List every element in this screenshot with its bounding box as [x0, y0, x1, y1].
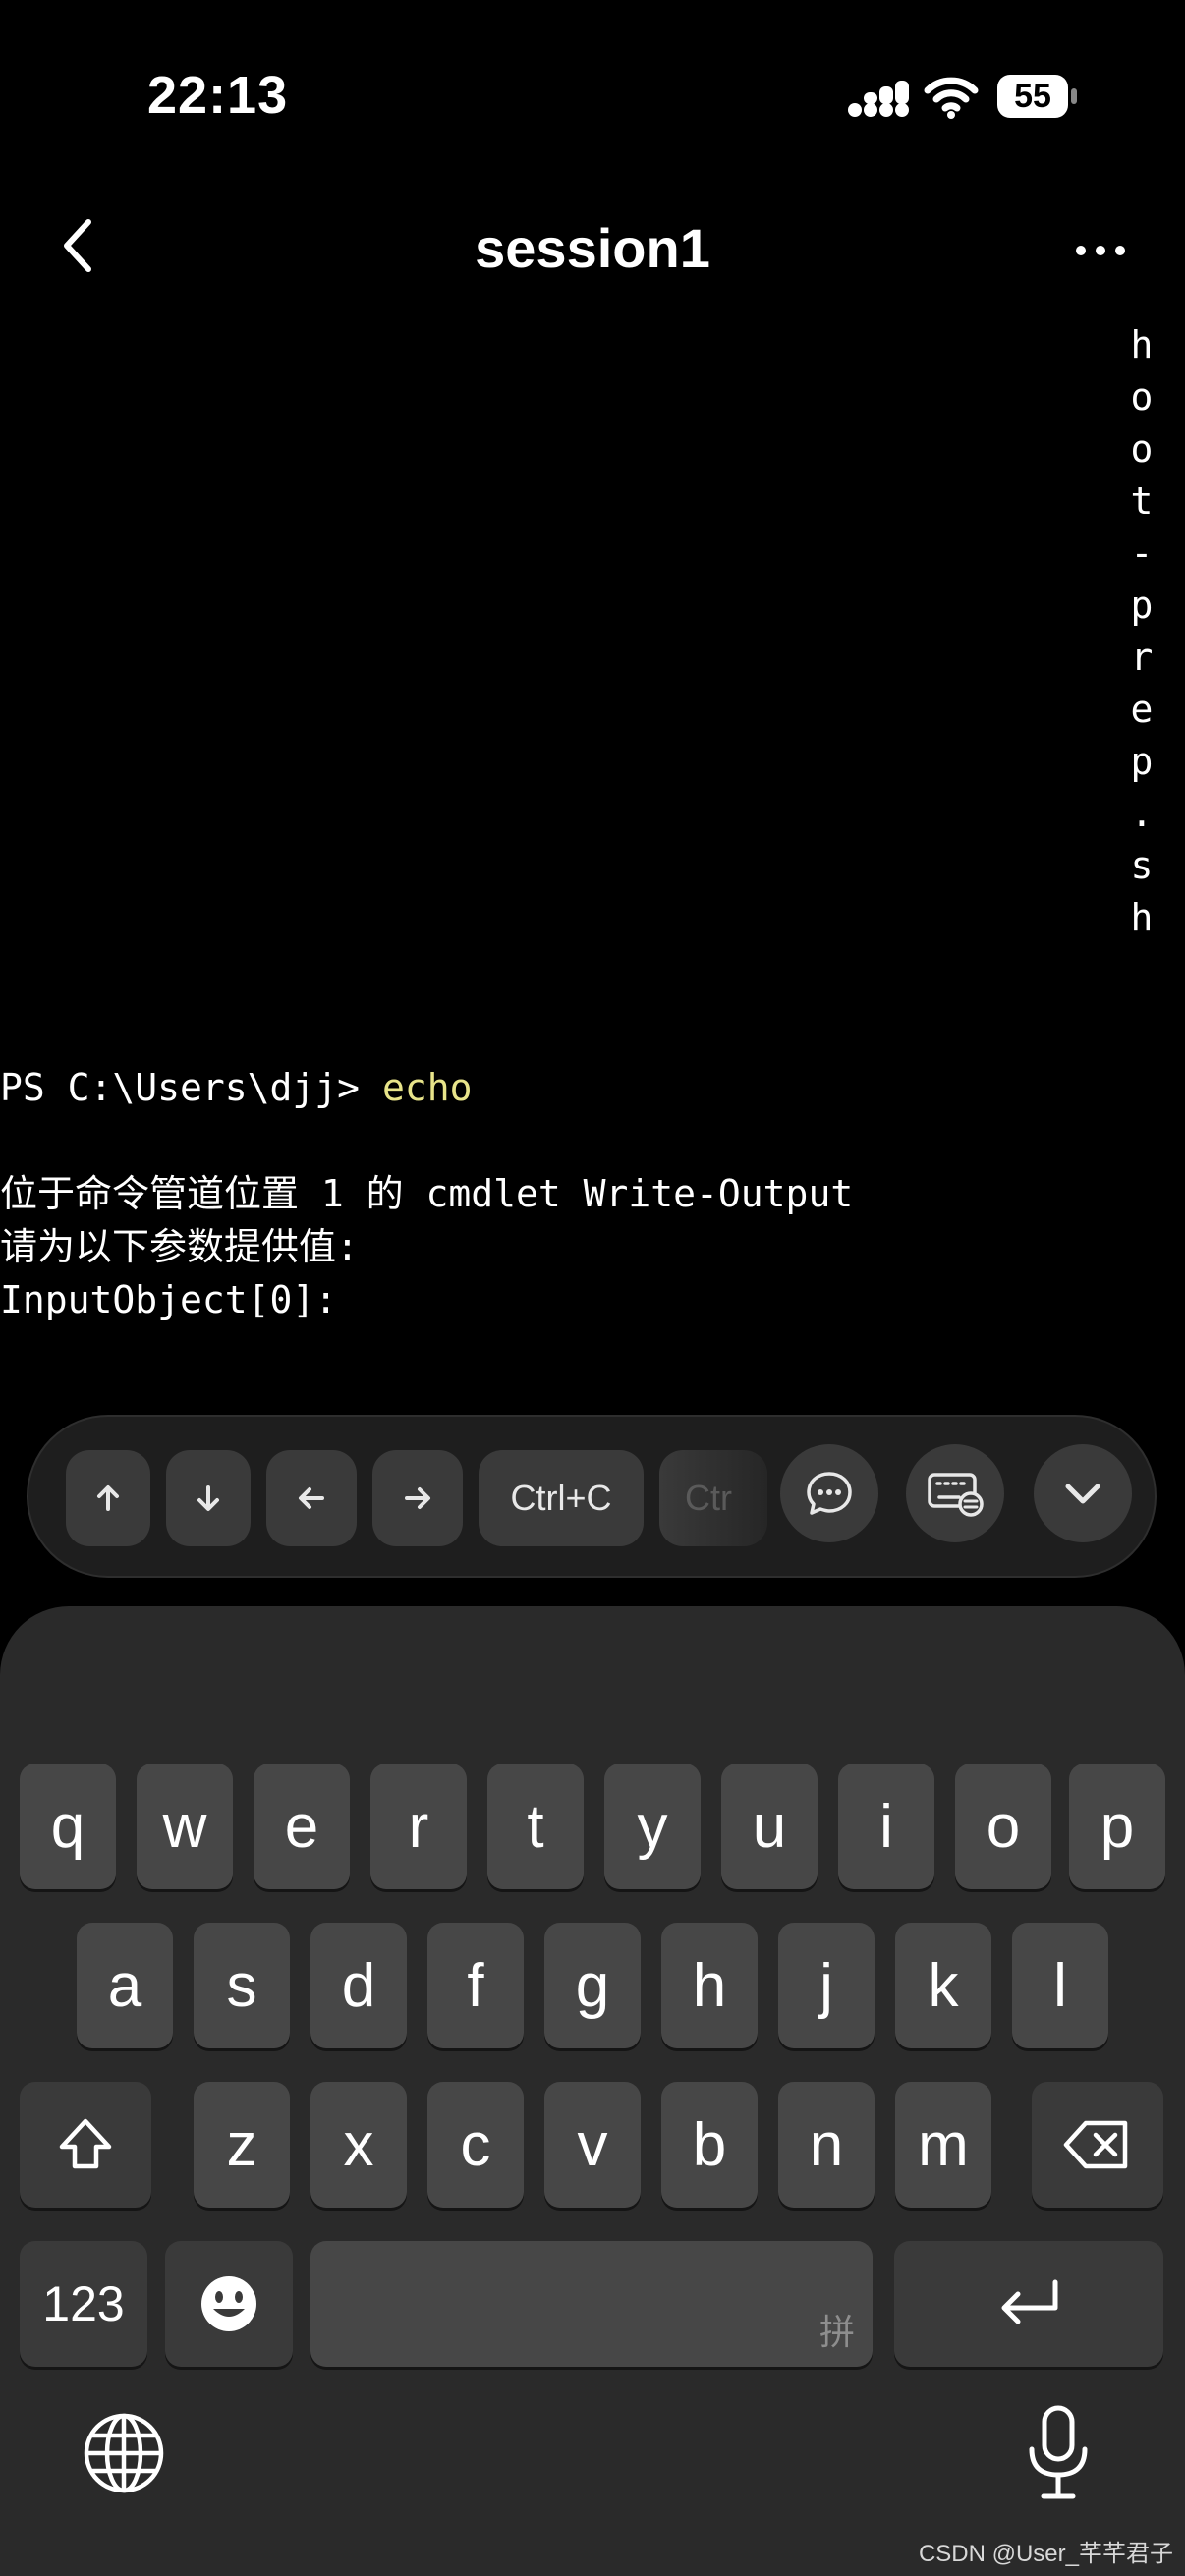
side-filename: h o o t - p r e p . s h — [1125, 319, 1158, 944]
chevron-down-icon — [1065, 1484, 1100, 1504]
battery-level: 55 — [1014, 77, 1051, 115]
terminal-line: 位于命令管道位置 1 的 cmdlet Write-Output — [0, 1172, 854, 1215]
key-z[interactable]: z — [194, 2082, 290, 2208]
key-s[interactable]: s — [194, 1923, 290, 2048]
globe-icon — [84, 2413, 164, 2493]
arrow-down-icon — [198, 1485, 219, 1511]
key-w[interactable]: w — [137, 1764, 233, 1889]
terminal-command: echo — [381, 1066, 473, 1109]
status-time: 22:13 — [147, 66, 289, 125]
return-icon — [1001, 2279, 1058, 2324]
status-icons: 55 — [845, 71, 1081, 126]
page-title: session1 — [475, 217, 710, 279]
key-j[interactable]: j — [778, 1923, 875, 2048]
key-k[interactable]: k — [895, 1923, 991, 2048]
key-r[interactable]: r — [370, 1764, 467, 1889]
hide-keyboard-button[interactable] — [1034, 1444, 1132, 1542]
shortcut-toolbar: Ctrl+C Ctr — [27, 1415, 1157, 1578]
more-options-button[interactable] — [1071, 231, 1130, 270]
arrow-left-key[interactable] — [266, 1450, 357, 1546]
chat-bubble-icon — [807, 1472, 852, 1515]
shift-icon — [59, 2118, 112, 2169]
key-h[interactable]: h — [661, 1923, 758, 2048]
key-g[interactable]: g — [544, 1923, 641, 2048]
side-filename-char: . — [1130, 792, 1154, 835]
battery-cap — [1071, 88, 1077, 104]
key-v[interactable]: v — [544, 2082, 641, 2208]
key-m[interactable]: m — [895, 2082, 991, 2208]
terminal-output[interactable]: PS C:\Users\djj> echo 位于命令管道位置 1 的 cmdle… — [0, 1061, 1185, 1326]
arrow-right-icon — [405, 1487, 430, 1509]
microphone-icon — [1029, 2405, 1088, 2499]
key-l[interactable]: l — [1012, 1923, 1108, 2048]
key-q[interactable]: q — [20, 1764, 116, 1889]
battery-icon: 55 — [997, 75, 1068, 118]
backspace-icon — [1063, 2120, 1128, 2169]
arrow-up-icon — [97, 1485, 119, 1511]
side-filename-char: s — [1130, 844, 1154, 887]
side-filename-char: p — [1130, 740, 1154, 783]
key-o[interactable]: o — [955, 1764, 1051, 1889]
arrow-right-key[interactable] — [372, 1450, 463, 1546]
key-c[interactable]: c — [427, 2082, 524, 2208]
space-key[interactable]: 拼 — [310, 2241, 873, 2367]
key-u[interactable]: u — [721, 1764, 818, 1889]
arrow-up-key[interactable] — [66, 1450, 150, 1546]
emoji-key[interactable] — [165, 2241, 293, 2367]
terminal-line: InputObject[0]: — [0, 1278, 338, 1321]
delete-key[interactable] — [1032, 2082, 1163, 2208]
wifi-icon — [924, 77, 979, 119]
key-y[interactable]: y — [604, 1764, 701, 1889]
key-f[interactable]: f — [427, 1923, 524, 2048]
emoji-icon — [201, 2276, 256, 2331]
globe-button[interactable] — [83, 2412, 165, 2494]
key-e[interactable]: e — [254, 1764, 350, 1889]
terminal-line: 请为以下参数提供值: — [0, 1225, 359, 1268]
side-filename-char: o — [1130, 427, 1154, 471]
watermark: CSDN @User_芊芊君子 — [918, 2541, 1173, 2567]
side-filename-char: r — [1130, 636, 1154, 679]
arrow-down-key[interactable] — [166, 1450, 251, 1546]
ctrl-c-key[interactable]: Ctrl+C — [479, 1450, 644, 1546]
key-p[interactable]: p — [1069, 1764, 1165, 1889]
ellipsis-icon — [1076, 246, 1125, 255]
side-filename-char: t — [1130, 479, 1154, 523]
key-a[interactable]: a — [77, 1923, 173, 2048]
side-filename-char: h — [1130, 323, 1154, 366]
key-b[interactable]: b — [661, 2082, 758, 2208]
key-t[interactable]: t — [487, 1764, 584, 1889]
keyboard-switch-button[interactable] — [906, 1444, 1004, 1542]
key-x[interactable]: x — [310, 2082, 407, 2208]
key-n[interactable]: n — [778, 2082, 875, 2208]
side-filename-char: p — [1130, 584, 1154, 627]
arrow-left-icon — [299, 1487, 324, 1509]
cellular-signal-icon — [848, 81, 909, 117]
microphone-button[interactable] — [1024, 2404, 1093, 2502]
virtual-keyboard: q w e r t y u i o p a s d f g h j k l z … — [0, 1606, 1185, 2576]
side-filename-char: e — [1130, 688, 1154, 731]
chat-button[interactable] — [780, 1444, 878, 1542]
pinyin-hint: 拼 — [818, 2312, 855, 2352]
return-key[interactable] — [894, 2241, 1163, 2367]
side-filename-char: h — [1130, 896, 1154, 939]
keyboard-switch-icon — [928, 1473, 984, 1517]
ctrl-key-partial[interactable]: Ctr — [659, 1450, 767, 1546]
key-i[interactable]: i — [838, 1764, 934, 1889]
terminal-prompt-line: PS C:\Users\djj> echo — [0, 1061, 1185, 1114]
shift-key[interactable] — [20, 2082, 151, 2208]
side-filename-char: - — [1130, 532, 1154, 575]
side-filename-char: o — [1130, 375, 1154, 419]
numbers-key[interactable]: 123 — [20, 2241, 147, 2367]
key-d[interactable]: d — [310, 1923, 407, 2048]
terminal-prompt: PS C:\Users\djj> — [0, 1066, 382, 1109]
